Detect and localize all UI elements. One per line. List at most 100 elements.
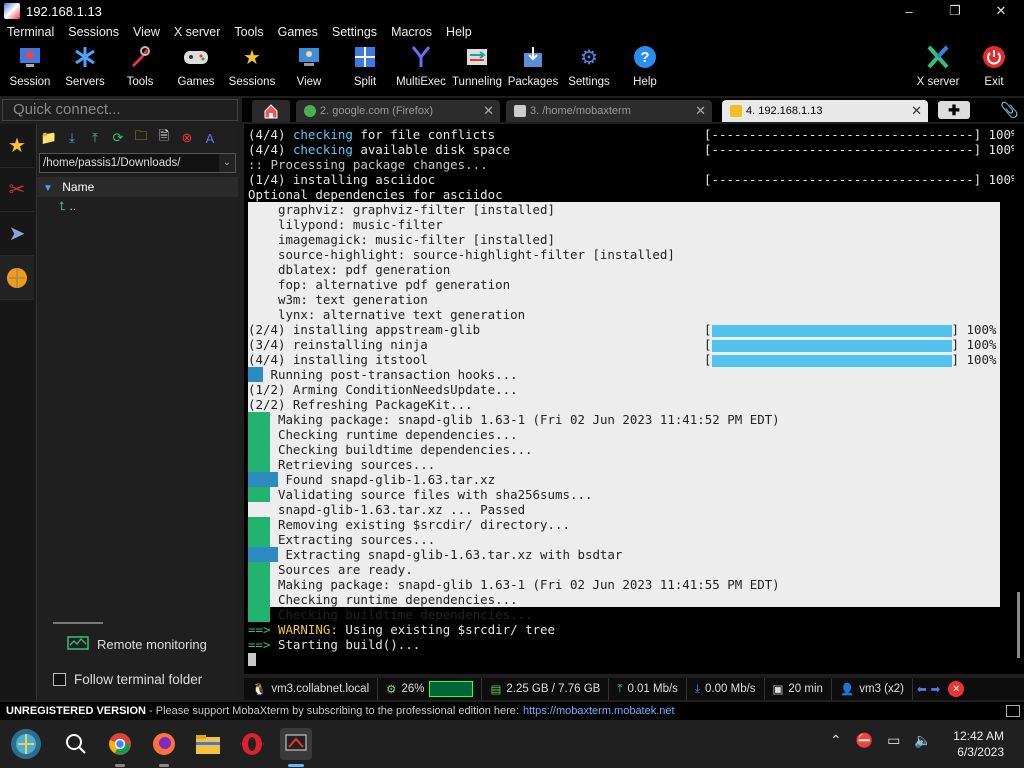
tab-close-icon[interactable]: ✕ <box>911 103 922 119</box>
games-icon <box>183 44 209 70</box>
running-indicator <box>115 764 125 767</box>
maximize-button[interactable]: ❐ <box>932 0 978 22</box>
terminal-line: :: Running post-transaction hooks... <box>248 367 518 382</box>
menu-help[interactable]: Help <box>439 25 479 39</box>
scroll-thumb[interactable] <box>1017 592 1020 658</box>
status-memory: ▤ 2.25 GB / 7.76 GB <box>482 678 610 700</box>
tab-mobaxterm-home[interactable]: 3. /home/mobaxterm ✕ <box>506 100 712 122</box>
chevron-up-icon[interactable]: ⌃ <box>830 732 842 749</box>
menu-games[interactable]: Games <box>271 25 325 39</box>
terminal-line: ==> Validating source files with sha256s… <box>248 487 593 502</box>
cpu-icon: ⚙ <box>386 684 397 696</box>
mobaxterm-link[interactable]: https://mobaxterm.mobatek.net <box>523 705 675 717</box>
progress-bar: [] 100% <box>704 322 997 337</box>
firefox-icon[interactable] <box>148 728 180 760</box>
servers-button[interactable]: Servers <box>55 44 115 94</box>
terminal-line: source-highlight: source-highlight-filte… <box>248 247 675 262</box>
attachment-icon[interactable]: 📎 <box>1000 101 1019 119</box>
file-explorer-icon[interactable] <box>192 728 224 760</box>
status-bar: 🐧 vm3.collabnet.local ⚙ 26% ▤ 2.25 GB / 7.7… <box>244 678 1024 700</box>
delete-icon[interactable]: ⊗ <box>177 128 197 148</box>
view-icon <box>296 44 322 70</box>
terminal-line: snapd-glib-1.63.tar.xz ... Passed <box>248 502 526 517</box>
active-indicator <box>288 764 304 767</box>
games-button[interactable]: Games <box>166 44 226 94</box>
sidebar-send-tab[interactable]: ➤ <box>0 212 34 256</box>
new-folder-icon[interactable]: 🗀 <box>131 128 151 148</box>
volume-icon[interactable]: 🔈 <box>914 732 931 749</box>
home-tab[interactable] <box>252 100 290 122</box>
quick-connect-input[interactable]: Quick connect... <box>2 99 238 121</box>
tab-firefox[interactable]: 2. google.com (Firefox) ✕ <box>296 100 500 122</box>
close-session-icon[interactable]: ✕ <box>948 681 965 697</box>
sessions-button[interactable]: ★ Sessions <box>222 44 282 94</box>
settings-button[interactable]: ⚙ Settings <box>559 44 619 94</box>
terminal-line: ==> WARNING: Using existing $srcdir/ tre… <box>248 622 556 637</box>
menu-sessions[interactable]: Sessions <box>61 25 126 39</box>
menu-tools[interactable]: Tools <box>227 25 270 39</box>
arrow-right-icon[interactable]: ➡ <box>931 682 941 696</box>
file-row[interactable]: ⮤ .. <box>37 197 238 215</box>
checkbox[interactable] <box>53 673 66 686</box>
menu-terminal[interactable]: Terminal <box>0 25 61 39</box>
terminal-line: ==> Checking buildtime dependencies... <box>248 607 533 622</box>
menu-settings[interactable]: Settings <box>325 25 384 39</box>
terminal-output[interactable]: (4/4) checking for file conflicts [------… <box>244 124 1014 674</box>
split-button[interactable]: Split <box>335 44 395 94</box>
system-tray: ⌃ ⛔ ▭ 🔈 <box>830 732 932 749</box>
sidebar-sftp-tab[interactable] <box>0 256 34 300</box>
network-off-icon[interactable]: ⛔ <box>856 732 873 749</box>
new-file-icon[interactable]: 🗎 <box>154 128 174 148</box>
path-field[interactable]: /home/passis1/Downloads/ ⌄ <box>39 153 236 173</box>
refresh-icon[interactable]: ⟳ <box>108 128 128 148</box>
menu-macros[interactable]: Macros <box>384 25 439 39</box>
menu-bar: Terminal Sessions View X server Tools Ga… <box>0 22 1024 42</box>
tools-button[interactable]: Tools <box>110 44 170 94</box>
file-list-header[interactable]: ▼ Name <box>37 177 238 197</box>
download-arrow-icon: ⤓ <box>694 682 701 695</box>
tab-close-icon[interactable]: ✕ <box>483 103 494 119</box>
remote-monitoring-toggle[interactable]: Remote monitoring <box>67 636 207 652</box>
status-upload: ⤒ 0.01 Mb/s <box>609 678 687 700</box>
multiexec-button[interactable]: MultiExec <box>391 44 451 94</box>
file-panel-toolbar: 📁 ⤓ ⤒ ⟳ 🗀 🗎 ⊗ A <box>37 124 238 152</box>
chevron-down-icon[interactable]: ⌄ <box>219 154 235 172</box>
start-button[interactable] <box>10 728 42 760</box>
running-indicator <box>159 764 169 767</box>
opera-icon[interactable] <box>236 728 268 760</box>
tab-ssh-session[interactable]: 4. 192.168.1.13 ✕ <box>722 100 928 122</box>
search-icon[interactable] <box>60 728 92 760</box>
download-icon[interactable]: ⤓ <box>62 128 82 148</box>
upload-icon[interactable]: ⤒ <box>85 128 105 148</box>
sidebar-tools-tab[interactable]: ✂ <box>0 168 34 212</box>
minimize-button[interactable]: – <box>886 0 932 22</box>
menu-view[interactable]: View <box>126 25 167 39</box>
notice-close-icon[interactable] <box>1006 705 1020 717</box>
menu-xserver[interactable]: X server <box>167 25 228 39</box>
session-button[interactable]: Session <box>0 44 60 94</box>
mobaxterm-taskbar-icon[interactable] <box>280 728 312 760</box>
terminal-cursor <box>248 653 256 666</box>
terminal-scrollbar[interactable] <box>1014 124 1024 674</box>
windows-taskbar: ⌃ ⛔ ▭ 🔈 12:42 AM 6/3/2023 <box>0 720 1024 768</box>
follow-terminal-folder-checkbox[interactable]: Follow terminal folder <box>53 672 202 687</box>
close-button[interactable]: ✕ <box>978 0 1024 22</box>
terminal-line: lynx: alternative text generation <box>248 307 526 322</box>
rename-icon[interactable]: A <box>200 128 220 148</box>
exit-button[interactable]: Exit <box>964 44 1024 94</box>
display-icon[interactable]: ▭ <box>887 732 900 749</box>
tab-close-icon[interactable]: ✕ <box>695 103 706 119</box>
tunneling-button[interactable]: Tunneling <box>447 44 507 94</box>
taskbar-clock[interactable]: 12:42 AM 6/3/2023 <box>953 728 1004 760</box>
xserver-button[interactable]: X server <box>908 44 968 94</box>
progress-bar: [] 100% <box>704 352 997 367</box>
chrome-icon[interactable] <box>104 728 136 760</box>
help-button[interactable]: ? Help <box>615 44 675 94</box>
view-button[interactable]: View <box>279 44 339 94</box>
new-tab-button[interactable]: ✚ <box>938 101 970 119</box>
sidebar-star-tab[interactable]: ★ <box>0 124 34 168</box>
arrow-left-icon[interactable]: ⬅ <box>917 682 927 696</box>
ssh-key-icon <box>730 105 742 117</box>
folder-icon[interactable]: 📁 <box>39 128 59 148</box>
packages-button[interactable]: Packages <box>503 44 563 94</box>
